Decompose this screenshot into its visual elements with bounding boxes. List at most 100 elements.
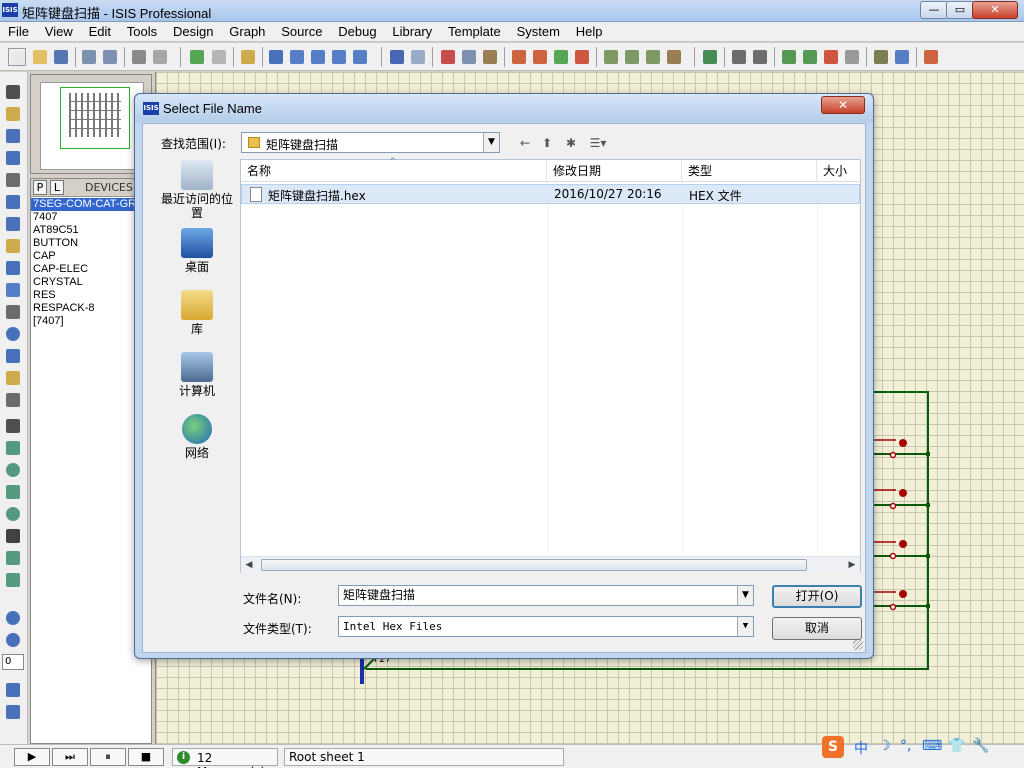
menu-file[interactable]: File (0, 22, 35, 42)
current-probe-icon[interactable] (5, 370, 21, 386)
export-icon[interactable] (101, 48, 119, 66)
place-desktop[interactable]: 桌面 (153, 228, 241, 274)
rotate-anticlockwise-icon[interactable] (5, 632, 21, 648)
scrollbar-thumb[interactable] (261, 559, 807, 571)
bill-of-materials-icon[interactable] (872, 48, 890, 66)
chevron-down-icon[interactable]: ▼ (483, 133, 499, 152)
list-item[interactable]: RESPACK-8 (31, 302, 151, 315)
block-rotate-icon[interactable] (552, 48, 570, 66)
device-pins-icon[interactable] (5, 260, 21, 276)
voltage-probe-icon[interactable] (5, 348, 21, 364)
ime-punctuation-icon[interactable]: °, (900, 738, 911, 754)
origin-icon[interactable] (239, 48, 257, 66)
text-script-icon[interactable] (5, 172, 21, 188)
zoom-all-icon[interactable] (330, 48, 348, 66)
list-item[interactable]: RES (31, 289, 151, 302)
symbol-tool-icon[interactable] (5, 550, 21, 566)
menu-source[interactable]: Source (275, 22, 328, 42)
exit-parent-icon[interactable] (843, 48, 861, 66)
make-device-icon[interactable] (623, 48, 641, 66)
menu-debug[interactable]: Debug (332, 22, 382, 42)
place-computer[interactable]: 计算机 (153, 352, 241, 398)
place-recent[interactable]: 最近访问的位置 (153, 160, 241, 220)
box-tool-icon[interactable] (5, 440, 21, 456)
refresh-icon[interactable] (188, 48, 206, 66)
buses-icon[interactable] (5, 194, 21, 210)
mirror-x-icon[interactable] (5, 682, 21, 698)
close-button[interactable]: ✕ (972, 1, 1018, 19)
menu-design[interactable]: Design (167, 22, 219, 42)
ime-chinese-mode[interactable]: 中 (854, 738, 868, 758)
maximize-button[interactable]: ▭ (946, 1, 974, 19)
library-manager-button[interactable]: L (50, 180, 64, 195)
place-network[interactable]: 网络 (153, 414, 241, 460)
filetype-select[interactable]: Intel Hex Files ▼ (338, 616, 754, 637)
selection-mode-icon[interactable] (5, 84, 21, 100)
new-file-icon[interactable] (8, 48, 26, 66)
menu-graph[interactable]: Graph (223, 22, 271, 42)
filename-input[interactable]: 矩阵键盘扫描 ▼ (338, 585, 754, 606)
menu-system[interactable]: System (511, 22, 566, 42)
stop-button[interactable]: ■ (128, 748, 164, 766)
print-area-icon[interactable] (151, 48, 169, 66)
scroll-left-icon[interactable]: ◀ (241, 557, 257, 573)
ares-netlist-icon[interactable] (922, 48, 940, 66)
new-folder-icon[interactable]: ✱ (563, 136, 579, 150)
copy-icon[interactable] (460, 48, 478, 66)
wire-label-icon[interactable] (5, 150, 21, 166)
zoom-out-icon[interactable] (309, 48, 327, 66)
place-libraries[interactable]: 库 (153, 290, 241, 336)
menu-template[interactable]: Template (442, 22, 507, 42)
file-list[interactable]: 名称 修改日期 类型 大小 ^ 矩阵键盘扫描.hex 2016/10/27 20… (240, 157, 861, 573)
circle-tool-icon[interactable] (5, 462, 21, 478)
redo-icon[interactable] (409, 48, 427, 66)
save-icon[interactable] (52, 48, 70, 66)
column-modified[interactable]: 修改日期 (547, 160, 682, 182)
component-mode-icon[interactable] (5, 106, 21, 122)
rotate-clockwise-icon[interactable] (5, 610, 21, 626)
mirror-y-icon[interactable] (5, 704, 21, 720)
add-sheet-icon[interactable] (801, 48, 819, 66)
list-item[interactable]: BUTTON (31, 237, 151, 250)
path-tool-icon[interactable] (5, 506, 21, 522)
marker-tool-icon[interactable] (5, 572, 21, 588)
search-tag-icon[interactable] (730, 48, 748, 66)
menu-help[interactable]: Help (570, 22, 609, 42)
ime-skin-icon[interactable]: 👕 (948, 738, 965, 754)
minimize-button[interactable]: — (920, 1, 948, 19)
wire-autorouter-icon[interactable] (701, 48, 719, 66)
arc-tool-icon[interactable] (5, 484, 21, 500)
pick-device-icon[interactable] (602, 48, 620, 66)
undo-icon[interactable] (388, 48, 406, 66)
up-folder-icon[interactable]: ⬆ (539, 136, 555, 150)
messages-indicator[interactable]: i 12 Message(s) (172, 748, 278, 768)
block-copy-icon[interactable] (510, 48, 528, 66)
list-item[interactable]: CRYSTAL (31, 276, 151, 289)
cut-icon[interactable] (439, 48, 457, 66)
menu-tools[interactable]: Tools (121, 22, 163, 42)
column-size[interactable]: 大小 (817, 160, 860, 182)
electrical-check-icon[interactable] (893, 48, 911, 66)
step-button[interactable]: ⏭ (52, 748, 88, 766)
junction-dot-icon[interactable] (5, 128, 21, 144)
chevron-down-icon[interactable]: ▼ (737, 617, 753, 636)
virtual-instruments-icon[interactable] (5, 392, 21, 408)
block-delete-icon[interactable] (573, 48, 591, 66)
packaging-icon[interactable] (644, 48, 662, 66)
ime-tools-icon[interactable]: 🔧 (972, 738, 989, 754)
decompose-icon[interactable] (665, 48, 683, 66)
remove-sheet-icon[interactable] (822, 48, 840, 66)
line-tool-icon[interactable] (5, 418, 21, 434)
resize-grip-icon[interactable] (853, 640, 863, 650)
paste-icon[interactable] (481, 48, 499, 66)
print-icon[interactable] (130, 48, 148, 66)
menu-library[interactable]: Library (386, 22, 438, 42)
zoom-in-icon[interactable] (288, 48, 306, 66)
play-button[interactable]: ▶ (14, 748, 50, 766)
list-item[interactable]: 7SEG-COM-CAT-GRN (31, 198, 151, 211)
menu-view[interactable]: View (39, 22, 79, 42)
chevron-down-icon[interactable]: ▼ (737, 586, 753, 605)
tape-recorder-icon[interactable] (5, 304, 21, 320)
table-row[interactable]: 矩阵键盘扫描.hex 2016/10/27 20:16 HEX 文件 (241, 184, 860, 204)
look-in-dropdown[interactable]: 矩阵键盘扫描 ▼ (241, 132, 500, 153)
